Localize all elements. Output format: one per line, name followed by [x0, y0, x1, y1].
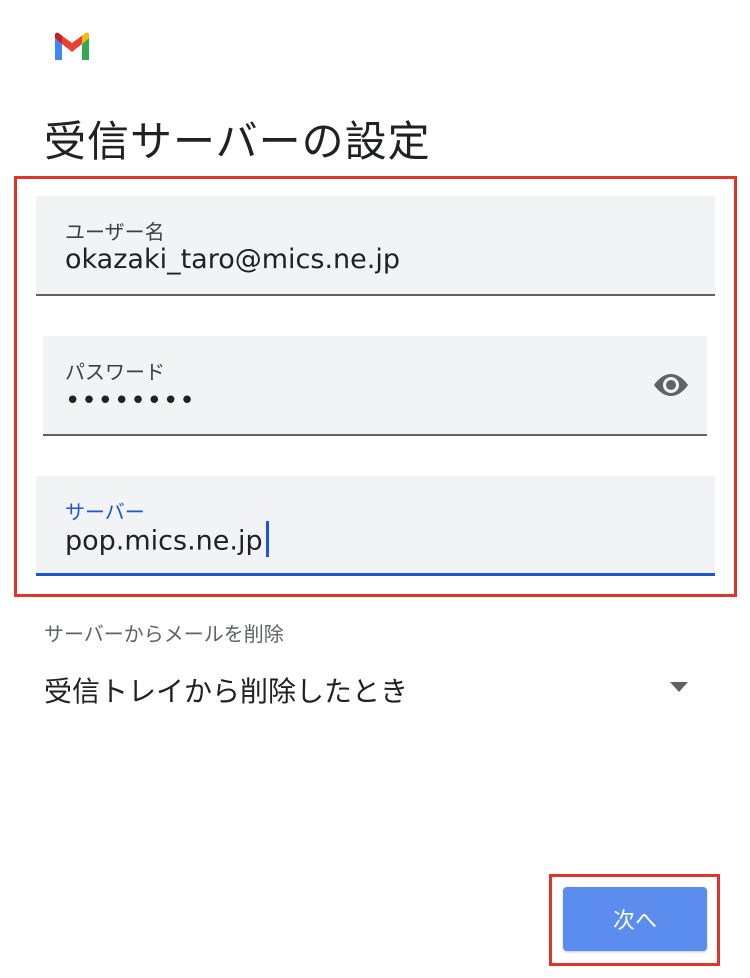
- username-field[interactable]: ユーザー名 okazaki_taro@mics.ne.jp: [36, 196, 715, 296]
- password-input[interactable]: ••••••••: [65, 386, 196, 416]
- delete-from-server-dropdown[interactable]: 受信トレイから削除したとき: [44, 660, 694, 716]
- chevron-down-icon: [670, 682, 688, 692]
- delete-from-server-selected: 受信トレイから削除したとき: [44, 675, 409, 708]
- text-caret: [265, 521, 269, 557]
- gmail-logo-icon: [55, 32, 89, 60]
- server-input-wrap[interactable]: pop.mics.ne.jp: [65, 521, 269, 560]
- server-input[interactable]: pop.mics.ne.jp: [65, 526, 263, 557]
- server-field[interactable]: サーバー pop.mics.ne.jp: [36, 476, 715, 576]
- delete-from-server-label: サーバーからメールを削除: [44, 622, 284, 646]
- next-button[interactable]: 次へ: [563, 887, 707, 951]
- password-label: パスワード: [65, 360, 165, 384]
- page-title: 受信サーバーの設定: [44, 117, 431, 166]
- incoming-server-settings-page: 受信サーバーの設定 ユーザー名 okazaki_taro@mics.ne.jp …: [0, 0, 750, 978]
- password-field[interactable]: パスワード ••••••••: [43, 336, 707, 436]
- username-input[interactable]: okazaki_taro@mics.ne.jp: [65, 244, 400, 275]
- server-label: サーバー: [65, 500, 145, 524]
- username-label: ユーザー名: [65, 220, 165, 244]
- eye-icon[interactable]: [651, 368, 691, 402]
